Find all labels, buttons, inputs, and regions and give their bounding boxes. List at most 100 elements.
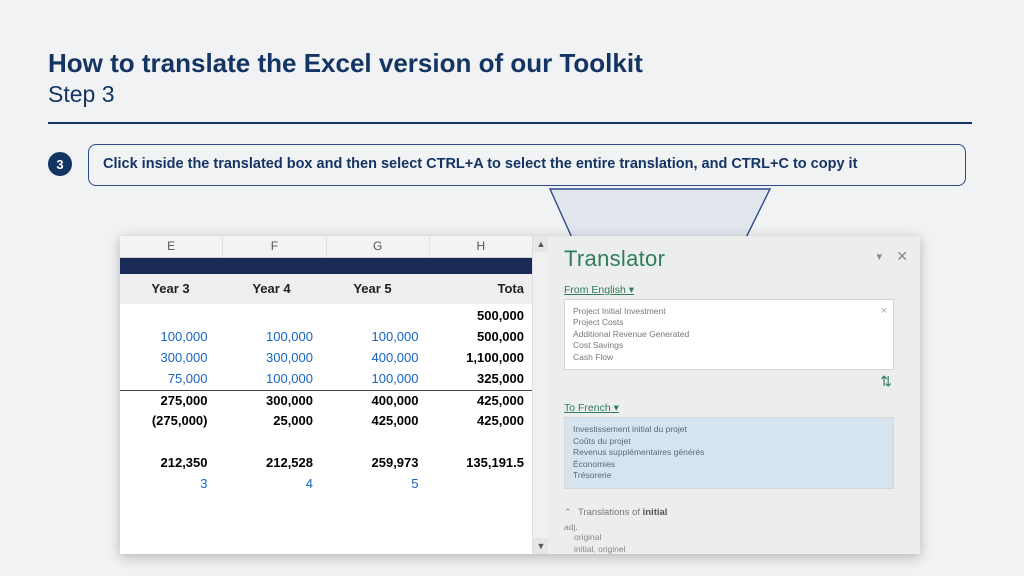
table-cell: 259,973 (331, 453, 437, 474)
column-letter-row: E F G H (120, 236, 532, 258)
table-cell: 135,191.5 (437, 453, 533, 474)
chevron-down-icon: ▾ (611, 402, 619, 414)
year-header: Tota (423, 274, 532, 304)
table-row (120, 432, 532, 453)
source-text-box[interactable]: × Project Initial InvestmentProject Cost… (564, 299, 894, 370)
table-cell (331, 306, 437, 327)
from-language-selector[interactable]: From English ▾ (564, 284, 906, 296)
table-cell (437, 432, 533, 453)
table-row: 100,000100,000100,000500,000 (120, 327, 532, 348)
source-line: Cash Flow (573, 352, 885, 363)
table-cell: 1,100,000 (437, 348, 533, 369)
table-row: 345 (120, 474, 532, 495)
table-cell: 500,000 (437, 327, 533, 348)
table-row: 212,350212,528259,973135,191.5 (120, 453, 532, 474)
table-cell: 212,350 (120, 453, 226, 474)
table-cell (331, 432, 437, 453)
year-header: Year 3 (120, 274, 221, 304)
table-cell: 300,000 (226, 348, 332, 369)
table-cell (226, 432, 332, 453)
dictionary-section: ⌃ Translations of initial adj. originali… (564, 507, 906, 556)
table-cell: 400,000 (331, 391, 437, 411)
table-cell: 25,000 (226, 411, 332, 432)
year-header: Year 5 (322, 274, 423, 304)
table-cell: 300,000 (120, 348, 226, 369)
screenshot-composite: E F G H Year 3 Year 4 Year 5 Tota 500,00… (120, 236, 920, 554)
data-rows: 500,000100,000100,000100,000500,000300,0… (120, 304, 532, 501)
table-cell: 325,000 (437, 369, 533, 390)
table-row: 500,000 (120, 306, 532, 327)
header-band (120, 258, 532, 274)
translator-title: Translator (564, 246, 906, 272)
table-cell: 100,000 (331, 369, 437, 390)
table-cell: 100,000 (331, 327, 437, 348)
dict-definitions: originalinitial, originel (574, 532, 906, 556)
caret-up-icon[interactable]: ⌃ (564, 507, 572, 517)
step-number-badge: 3 (48, 152, 72, 176)
instruction-callout: Click inside the translated box and then… (88, 144, 966, 186)
to-prefix: To (564, 402, 578, 414)
year-header-row: Year 3 Year 4 Year 5 Tota (120, 274, 532, 304)
source-line: Project Costs (573, 317, 885, 328)
dict-pos: adj. (564, 522, 906, 532)
target-line: Coûts du projet (573, 436, 885, 447)
table-cell: 3 (120, 474, 226, 495)
col-letter: F (223, 236, 326, 257)
table-cell: 425,000 (331, 411, 437, 432)
table-cell: 100,000 (120, 327, 226, 348)
swap-languages-icon[interactable]: ⇅ (564, 373, 894, 390)
scroll-up-icon[interactable]: ▲ (533, 236, 549, 252)
spreadsheet-panel: E F G H Year 3 Year 4 Year 5 Tota 500,00… (120, 236, 532, 554)
vertical-scrollbar[interactable]: ▲ ▼ (532, 236, 548, 554)
target-line: Économies (573, 459, 885, 470)
table-cell: 212,528 (226, 453, 332, 474)
page-title: How to translate the Excel version of ou… (48, 48, 976, 79)
table-cell: 5 (331, 474, 437, 495)
col-letter: H (430, 236, 532, 257)
col-letter: G (327, 236, 430, 257)
page-subtitle: Step 3 (48, 81, 976, 108)
table-cell: 425,000 (437, 411, 533, 432)
table-cell: 425,000 (437, 391, 533, 411)
to-language-selector[interactable]: To French ▾ (564, 402, 906, 414)
target-line: Trésorerie (573, 470, 885, 481)
table-cell: (275,000) (120, 411, 226, 432)
table-cell (437, 474, 533, 495)
year-header: Year 4 (221, 274, 322, 304)
table-cell: 400,000 (331, 348, 437, 369)
target-line: Investissement initial du projet (573, 424, 885, 435)
table-cell: 100,000 (226, 369, 332, 390)
table-row: 300,000300,000400,0001,100,000 (120, 348, 532, 369)
dict-definition: initial, originel (574, 544, 906, 556)
table-cell (120, 306, 226, 327)
table-row: (275,000)25,000425,000425,000 (120, 411, 532, 432)
table-cell (226, 306, 332, 327)
scroll-down-icon[interactable]: ▼ (533, 538, 549, 554)
target-line: Revenus supplémentaires générés (573, 447, 885, 458)
source-line: Additional Revenue Generated (573, 329, 885, 340)
close-icon[interactable]: ✕ (896, 248, 908, 265)
dict-headword: initial (643, 507, 668, 518)
table-cell: 75,000 (120, 369, 226, 390)
pin-icon[interactable]: ▾ (876, 250, 882, 263)
dict-definition: original (574, 532, 906, 544)
from-lang: English (591, 284, 625, 296)
source-line: Cost Savings (573, 340, 885, 351)
translated-text-box[interactable]: Investissement initial du projetCoûts du… (564, 417, 894, 488)
col-letter: E (120, 236, 223, 257)
table-cell (120, 432, 226, 453)
table-cell: 500,000 (437, 306, 533, 327)
table-cell: 300,000 (226, 391, 332, 411)
title-divider (48, 122, 972, 124)
source-line: Project Initial Investment (573, 306, 885, 317)
table-cell: 275,000 (120, 391, 226, 411)
table-cell: 4 (226, 474, 332, 495)
translator-pane: Translator ▾ ✕ From English ▾ × Project … (548, 236, 920, 554)
dict-label: Translations of (578, 507, 643, 518)
clear-icon[interactable]: × (881, 304, 887, 319)
table-row: 75,000100,000100,000325,000 (120, 369, 532, 390)
table-row: 275,000300,000400,000425,000 (120, 390, 532, 411)
table-cell: 100,000 (226, 327, 332, 348)
chevron-down-icon: ▾ (626, 284, 634, 296)
from-prefix: From (564, 284, 591, 296)
